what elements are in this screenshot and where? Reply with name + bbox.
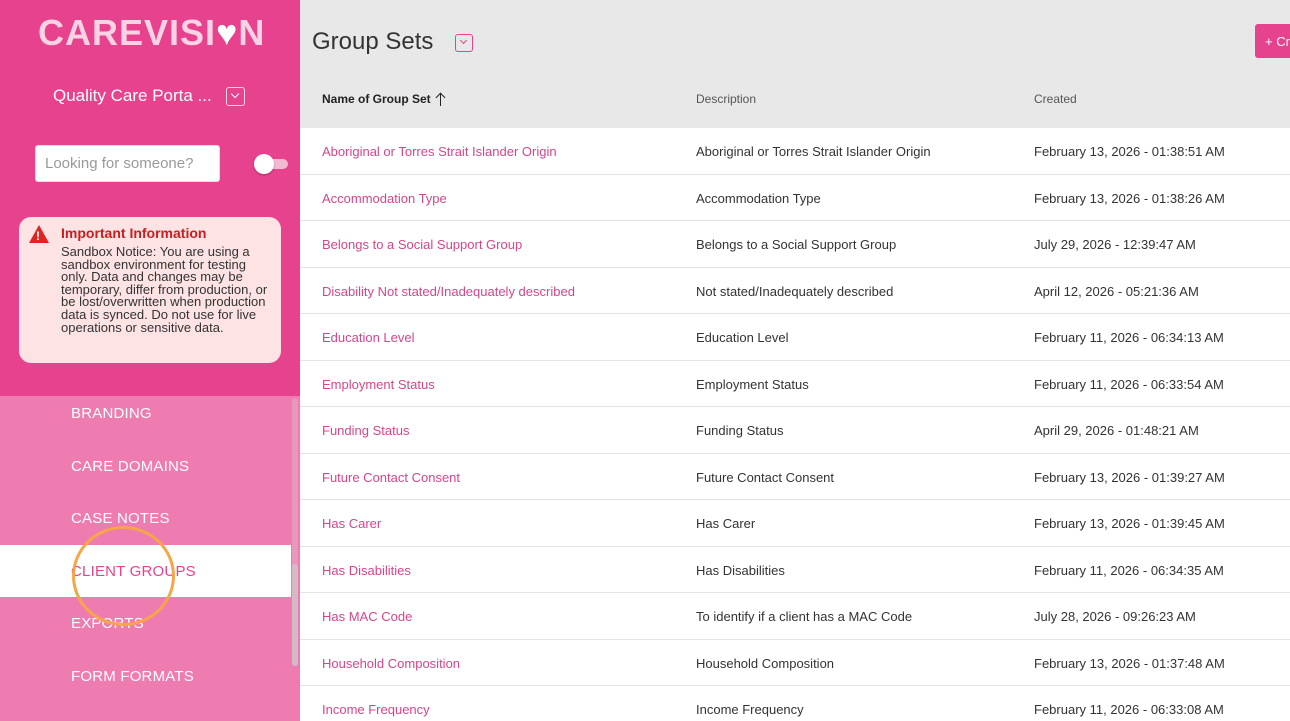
group-set-link[interactable]: Belongs to a Social Support Group	[322, 237, 522, 252]
group-set-description: Household Composition	[696, 655, 835, 671]
group-set-created: February 13, 2026 - 01:37:48 AM	[1034, 655, 1225, 671]
group-set-created: February 13, 2026 - 01:39:27 AM	[1034, 469, 1225, 485]
sidebar-toggle[interactable]	[254, 154, 288, 174]
heart-icon: ♥	[216, 12, 239, 53]
sidebar-item-care-domains[interactable]: CARE DOMAINS	[0, 440, 291, 492]
group-sets-table: Aboriginal or Torres Strait Islander Ori…	[300, 128, 1290, 721]
table-row: Belongs to a Social Support Group Belong…	[300, 221, 1290, 268]
main-content: Group Sets + Create Name of Group Set De…	[300, 0, 1290, 721]
group-set-description: Belongs to a Social Support Group	[696, 237, 897, 252]
sidebar-item-exports[interactable]: EXPORTS	[0, 597, 291, 649]
chevron-down-icon[interactable]	[455, 34, 473, 52]
group-set-created: July 29, 2026 - 12:39:47 AM	[1034, 237, 1196, 252]
table-row: Has MAC Code To identify if a client has…	[300, 593, 1290, 640]
sidebar-scrollbar[interactable]	[291, 396, 300, 721]
group-set-description: Education Level	[696, 330, 789, 345]
column-header-name[interactable]: Name of Group Set	[322, 92, 447, 106]
group-set-link[interactable]: Future Contact Consent	[322, 470, 460, 485]
group-set-link[interactable]: Has Disabilities	[322, 563, 411, 578]
group-set-created: April 29, 2026 - 01:48:21 AM	[1034, 423, 1199, 438]
group-set-created: February 11, 2026 - 06:33:08 AM	[1034, 702, 1224, 717]
column-header-description[interactable]: Description	[696, 92, 756, 106]
group-set-description: Accommodation Type	[696, 190, 821, 206]
warning-icon	[29, 225, 49, 243]
group-set-link[interactable]: Education Level	[322, 330, 415, 345]
group-set-link[interactable]: Has MAC Code	[322, 609, 412, 624]
portal-name: Quality Care Porta ...	[53, 86, 212, 105]
scrollbar-thumb[interactable]	[292, 564, 298, 666]
group-set-description: Has Disabilities	[696, 562, 785, 578]
table-row: Employment Status Employment Status Febr…	[300, 361, 1290, 407]
sidebar-item-case-notes[interactable]: CASE NOTES	[0, 492, 291, 544]
sort-ascending-icon	[435, 92, 447, 106]
group-set-link[interactable]: Household Composition	[322, 656, 460, 671]
table-row: Aboriginal or Torres Strait Islander Ori…	[300, 128, 1290, 175]
group-set-created: February 11, 2026 - 06:34:35 AM	[1034, 562, 1224, 578]
sidebar: CAREVISI♥N Quality Care Porta ... Import…	[0, 0, 300, 721]
group-set-created: February 11, 2026 - 06:33:54 AM	[1034, 376, 1224, 392]
group-set-link[interactable]: Disability Not stated/Inadequately descr…	[322, 284, 575, 299]
group-set-description: Future Contact Consent	[696, 469, 835, 485]
group-set-link[interactable]: Employment Status	[322, 377, 435, 392]
create-button[interactable]: + Create	[1255, 24, 1290, 58]
group-set-created: July 28, 2026 - 09:26:23 AM	[1034, 609, 1196, 624]
table-row: Has Disabilities Has Disabilities Februa…	[300, 547, 1290, 593]
page-title: Group Sets	[312, 28, 434, 55]
group-set-link[interactable]: Has Carer	[322, 516, 381, 531]
search-input[interactable]	[35, 145, 220, 182]
info-text: Sandbox Notice: You are using a sandbox …	[61, 244, 268, 335]
table-row: Accommodation Type Accommodation Type Fe…	[300, 175, 1290, 221]
sidebar-item-form-formats[interactable]: FORM FORMATS	[0, 650, 291, 702]
group-set-link[interactable]: Aboriginal or Torres Strait Islander Ori…	[322, 144, 557, 159]
group-set-created: February 11, 2026 - 06:34:13 AM	[1034, 330, 1224, 345]
logo-text: CAREVISI	[38, 12, 217, 53]
portal-selector[interactable]: Quality Care Porta ...	[53, 86, 245, 106]
group-set-description: Employment Status	[696, 376, 809, 392]
sidebar-item-branding[interactable]: BRANDING	[0, 387, 291, 439]
sidebar-nav: BRANDING CARE DOMAINS CASE NOTES CLIENT …	[0, 396, 300, 721]
table-row: Education Level Education Level February…	[300, 314, 1290, 361]
carevision-logo[interactable]: CAREVISI♥N	[38, 12, 265, 54]
group-set-link[interactable]: Funding Status	[322, 423, 409, 438]
page-header: Group Sets + Create Name of Group Set De…	[300, 0, 1290, 128]
info-title: Important Information	[61, 225, 207, 241]
table-row: Household Composition Household Composit…	[300, 640, 1290, 686]
toggle-knob	[254, 154, 274, 174]
table-row: Future Contact Consent Future Contact Co…	[300, 454, 1290, 500]
group-set-description: Aboriginal or Torres Strait Islander Ori…	[696, 144, 931, 159]
group-set-description: Income Frequency	[696, 702, 804, 717]
group-set-description: Has Carer	[696, 516, 756, 531]
table-row: Has Carer Has Carer February 13, 2026 - …	[300, 500, 1290, 547]
group-set-link[interactable]: Income Frequency	[322, 702, 430, 717]
group-set-created: February 13, 2026 - 01:38:51 AM	[1034, 144, 1225, 159]
group-set-link[interactable]: Accommodation Type	[322, 191, 447, 206]
group-set-created: April 12, 2026 - 05:21:36 AM	[1034, 283, 1199, 299]
column-header-name-label: Name of Group Set	[322, 92, 431, 106]
group-set-created: February 13, 2026 - 01:38:26 AM	[1034, 190, 1225, 206]
group-set-description: Funding Status	[696, 423, 784, 438]
group-set-created: February 13, 2026 - 01:39:45 AM	[1034, 516, 1225, 531]
column-header-created[interactable]: Created	[1034, 92, 1077, 106]
chevron-down-icon[interactable]	[225, 86, 245, 106]
logo-text-end: N	[238, 12, 266, 53]
table-row: Income Frequency Income Frequency Februa…	[300, 686, 1290, 721]
group-set-description: Not stated/Inadequately described	[696, 283, 894, 299]
table-row: Disability Not stated/Inadequately descr…	[300, 268, 1290, 314]
sidebar-item-client-groups[interactable]: CLIENT GROUPS	[0, 545, 291, 597]
group-set-description: To identify if a client has a MAC Code	[696, 609, 913, 624]
important-info-box: Important Information Sandbox Notice: Yo…	[19, 217, 281, 363]
table-row: Funding Status Funding Status April 29, …	[300, 407, 1290, 454]
